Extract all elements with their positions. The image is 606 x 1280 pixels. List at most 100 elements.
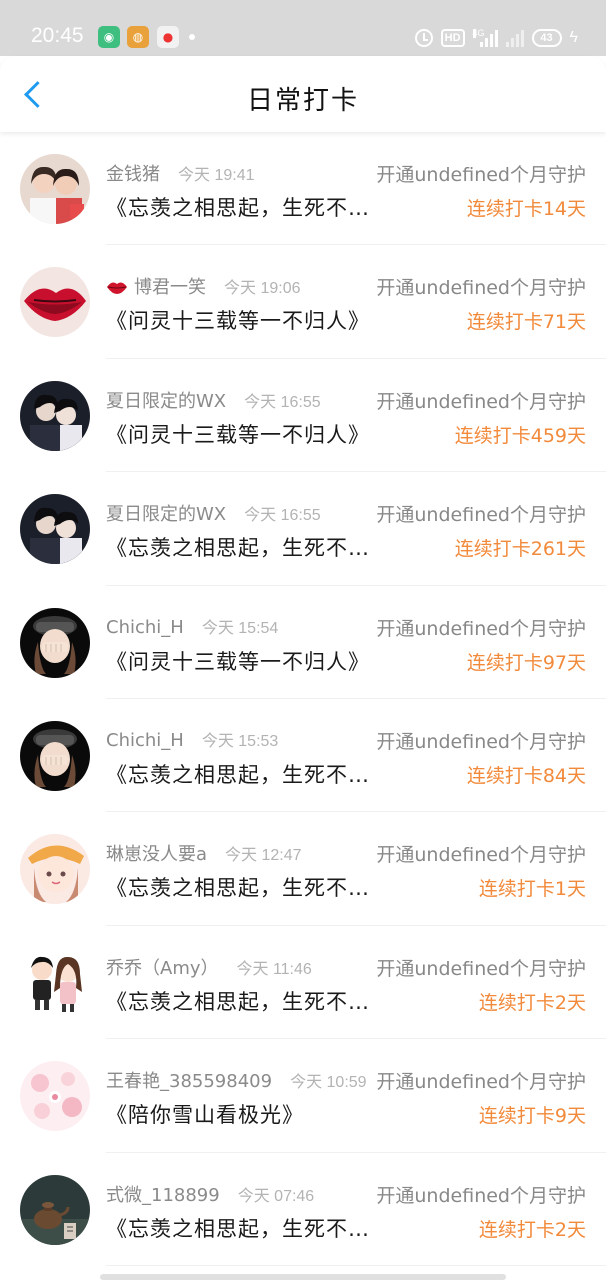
user-name-text: 乔乔（Amy） (106, 957, 219, 979)
streak-count: 连续打卡9天 (478, 1105, 586, 1128)
checkin-row[interactable]: 王春艳_385598409 今天 10:59 开通undefined个月守护《陪你雪… (0, 1039, 606, 1153)
status-indicators: HD 4G 43 ϟ (414, 26, 578, 50)
avatar[interactable] (20, 267, 90, 338)
user-name-text: 博君一笑 (134, 277, 206, 299)
row-meta: 王春艳_385598409 今天 10:59 (106, 1067, 367, 1093)
avatar[interactable] (20, 380, 90, 451)
post-time: 今天 16:55 (244, 507, 321, 525)
post-title: 《忘羡之相思起，生死不弃》 (106, 876, 378, 901)
user-name[interactable]: 式微_118899 (106, 1181, 220, 1207)
streak-count: 连续打卡84天 (466, 764, 586, 787)
checkin-list: 金钱猪 今天 19:41 开通undefined个月守护 《忘羡之相思起，生死不弃》连… (0, 132, 606, 1267)
avatar[interactable] (20, 1174, 90, 1245)
user-name-text: 式微_118899 (106, 1184, 220, 1206)
post-time: 今天 19:06 (224, 280, 301, 298)
scroll-indicator (100, 1274, 506, 1280)
guard-status: 开通undefined个月守护 (376, 844, 586, 867)
streak-count: 连续打卡2天 (478, 1218, 586, 1241)
guard-status: 开通undefined个月守护 (376, 504, 586, 527)
notification-dot-icon (189, 34, 195, 40)
checkin-row[interactable]: Chichi_H 今天 15:53 开通undefined个月守护《忘羡之相思起，生… (0, 699, 606, 813)
checkin-row[interactable]: 式微_118899 今天 07:46 开通undefined个月守护 《忘羡之相思起，… (0, 1153, 606, 1267)
checkin-row[interactable]: 夏日限定的WX 今天 16:55 开通undefined个月守护 《问灵十三载等一不归… (0, 359, 606, 473)
streak-count: 连续打卡1天 (478, 878, 586, 901)
guard-status: 开通undefined个月守护 (376, 617, 586, 640)
post-title: 《问灵十三载等一不归人》 (106, 309, 370, 334)
avatar[interactable] (20, 947, 90, 1018)
avatar[interactable] (20, 494, 90, 565)
checkin-row[interactable]: 琳崽没人要a 今天 12:47 开通undefined个月守护《忘羡之相思起，生死不… (0, 812, 606, 927)
streak-count: 连续打卡459天 (454, 424, 586, 447)
row-meta: 博君一笑 今天 19:06 (106, 273, 301, 299)
user-name-text: Chichi_H (106, 729, 184, 751)
post-title: 《忘羡之相思起，生死不弃》 (106, 1216, 378, 1241)
post-title: 《忘羡之相思起，生死不弃》 (106, 196, 378, 220)
guard-status: 开通undefined个月守护 (376, 1071, 586, 1094)
hd-badge: HD (440, 29, 465, 47)
streak-count: 连续打卡97天 (466, 651, 586, 674)
signal-icon: 4G (472, 28, 498, 47)
avatar[interactable] (20, 154, 90, 224)
user-name-text: 夏日限定的WX (106, 390, 227, 412)
user-name-text: 王春艳_385598409 (106, 1071, 273, 1093)
post-title: 《忘羡之相思起，生死不弃》 (106, 762, 378, 787)
charging-bolt-icon: ϟ (569, 29, 578, 46)
post-time: 今天 15:53 (201, 732, 279, 750)
row-meta: 金钱猪 今天 19:41 (106, 160, 255, 186)
weibo-app-icon: ◍ (127, 26, 149, 48)
checkin-row[interactable]: 博君一笑 今天 19:06 开通undefined个月守护 《问灵十三载等一不归人》 连… (0, 245, 606, 360)
post-time: 今天 16:55 (244, 393, 321, 411)
user-name[interactable]: 乔乔（Amy） (106, 954, 219, 980)
battery-icon: 43 (531, 29, 562, 47)
post-title: 《忘羡之相思起，生死不弃》 (106, 989, 378, 1014)
row-meta: Chichi_H 今天 15:53 (106, 727, 278, 751)
checkin-row[interactable]: 金钱猪 今天 19:41 开通undefined个月守护《忘羡之相思起，生死不弃》 连… (0, 132, 606, 246)
checkin-row[interactable]: Chichi_H 今天 15:54 开通undefined个月守护 《问灵十三载等一不… (0, 586, 606, 700)
post-title: 《陪你雪山看极光》 (106, 1103, 304, 1128)
avatar[interactable] (20, 720, 90, 791)
checkin-row[interactable]: 夏日限定的WX 今天 16:55 开通undefined个月守护 《忘羡之相思起，生死… (0, 472, 606, 586)
network-label: 4G (472, 28, 485, 38)
page-header: 日常打卡 (0, 56, 606, 132)
post-title: 《问灵十三载等一不归人》 (106, 649, 370, 674)
post-time: 今天 12:47 (225, 847, 302, 865)
row-meta: 乔乔（Amy） 今天 11:46 (106, 954, 312, 980)
streak-count: 连续打卡261天 (454, 538, 586, 561)
user-name[interactable]: 夏日限定的WX (106, 387, 226, 413)
user-name-text: 夏日限定的WX (106, 504, 227, 526)
post-title: 《问灵十三载等一不归人》 (106, 422, 370, 447)
avatar[interactable] (20, 607, 90, 678)
user-name[interactable]: Chichi_H (106, 617, 184, 638)
streak-count: 连续打卡14天 (466, 198, 586, 220)
wechat-app-icon: ◉ (98, 26, 120, 48)
post-time: 今天 10:59 (290, 1074, 367, 1092)
page-title: 日常打卡 (246, 86, 359, 116)
user-name[interactable]: 夏日限定的WX (106, 500, 226, 526)
checkin-row[interactable]: 乔乔（Amy） 今天 11:46 开通undefined个月守护 《忘羡之相思起，生死… (0, 926, 606, 1040)
row-meta: 琳崽没人要a 今天 12:47 (106, 840, 302, 866)
row-meta: 夏日限定的WX 今天 16:55 (106, 387, 321, 413)
avatar[interactable] (20, 834, 90, 905)
user-name-text: 金钱猪 (106, 164, 160, 185)
guard-status: 开通undefined个月守护 (376, 730, 586, 753)
row-meta: 夏日限定的WX 今天 16:55 (106, 500, 321, 526)
row-meta: 式微_118899 今天 07:46 (106, 1181, 314, 1207)
alarm-icon (414, 29, 433, 47)
guard-status: 开通undefined个月守护 (376, 277, 586, 300)
lips-icon (107, 282, 127, 295)
guard-status: 开通undefined个月守护 (376, 390, 586, 413)
user-name[interactable]: 博君一笑 (106, 273, 206, 299)
guard-status: 开通undefined个月守护 (376, 164, 586, 186)
post-time: 今天 19:41 (178, 167, 255, 184)
post-time: 今天 07:46 (237, 1187, 315, 1205)
user-name[interactable]: Chichi_H (106, 730, 184, 751)
signal-2-icon (505, 29, 524, 47)
status-bar: 20:45 ◉ ◍ ● HD 4G 43 ϟ (0, 0, 606, 56)
streak-count: 连续打卡2天 (478, 991, 586, 1014)
user-name[interactable]: 金钱猪 (106, 160, 160, 186)
status-time: 20:45 (31, 24, 84, 47)
user-name[interactable]: 琳崽没人要a (106, 840, 207, 866)
user-name[interactable]: 王春艳_385598409 (106, 1067, 272, 1093)
avatar[interactable] (20, 1061, 90, 1132)
map-app-icon: ● (157, 26, 179, 48)
